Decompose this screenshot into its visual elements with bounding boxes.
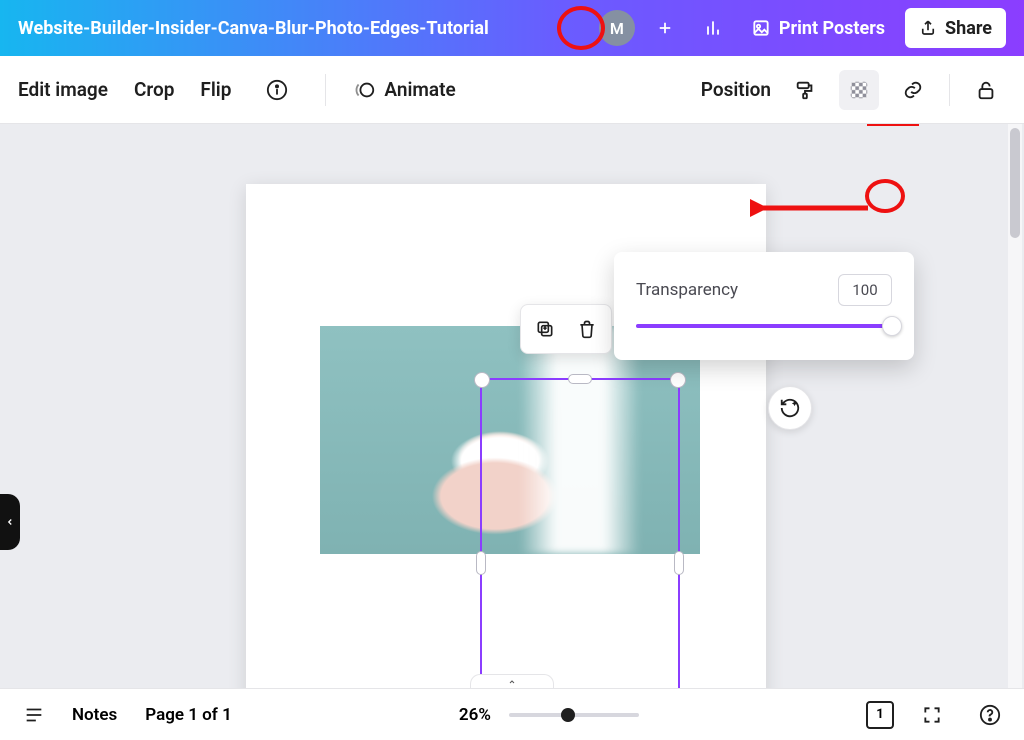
zoom-slider-thumb[interactable] [561,708,575,722]
document-title[interactable]: Website-Builder-Insider-Canva-Blur-Photo… [18,18,489,39]
share-label: Share [945,18,992,39]
add-member-button[interactable] [647,10,683,46]
annotation-circle-slider-thumb [865,179,905,213]
canvas-workspace[interactable]: Transparency [0,124,1024,688]
insights-button[interactable] [695,10,731,46]
paint-roller-icon[interactable] [785,70,825,110]
page-indicator[interactable]: Page 1 of 1 [145,705,232,725]
transparency-slider[interactable] [636,324,892,328]
transparency-slider-thumb[interactable] [882,316,902,336]
fullscreen-button[interactable] [912,695,952,735]
zoom-value[interactable]: 26% [459,705,491,725]
resize-handle-tl[interactable] [474,372,490,388]
resize-handle-l[interactable] [476,551,486,575]
share-button[interactable]: Share [905,8,1006,48]
notes-label[interactable]: Notes [72,705,117,725]
scrollbar-thumb[interactable] [1010,128,1020,238]
animate-button[interactable]: Animate [354,78,455,101]
notes-icon[interactable] [14,695,54,735]
transparency-button[interactable] [839,70,879,110]
info-icon[interactable] [257,70,297,110]
pages-button[interactable]: 1 [866,701,894,729]
annotation-box-transparency-icon [867,124,919,126]
lock-icon[interactable] [966,70,1006,110]
resize-handle-r[interactable] [674,551,684,575]
annotation-circle-avatar [557,6,605,50]
flip-button[interactable]: Flip [200,78,231,101]
page-strip-collapse[interactable] [0,670,1024,688]
floating-element-toolbar [520,304,612,354]
selection-box[interactable] [480,378,680,688]
crop-button[interactable]: Crop [134,78,174,101]
zoom-slider[interactable] [509,713,639,717]
print-posters-button[interactable]: Print Posters [743,18,893,39]
bottom-bar: Notes Page 1 of 1 26% 1 [0,688,1024,740]
animate-label: Animate [384,78,455,101]
annotation-arrow-slider [750,196,880,220]
pages-count: 1 [876,707,883,722]
transparency-input[interactable] [838,274,892,306]
app-topbar: Website-Builder-Insider-Canva-Blur-Photo… [0,0,1024,56]
transparency-label: Transparency [636,280,738,300]
side-panel-collapse[interactable] [0,494,20,550]
print-posters-label: Print Posters [779,18,885,39]
link-icon[interactable] [893,70,933,110]
edit-image-button[interactable]: Edit image [18,78,108,101]
help-button[interactable] [970,695,1010,735]
transparency-popover: Transparency [614,252,914,360]
regenerate-button[interactable] [768,386,812,430]
vertical-scrollbar[interactable] [1008,124,1022,688]
delete-button[interactable] [569,311,605,347]
resize-handle-t[interactable] [568,374,592,384]
duplicate-button[interactable] [527,311,563,347]
avatar-initial: M [610,19,624,38]
resize-handle-tr[interactable] [670,372,686,388]
context-toolbar: Edit image Crop Flip Animate Position [0,56,1024,124]
position-button[interactable]: Position [701,78,771,101]
